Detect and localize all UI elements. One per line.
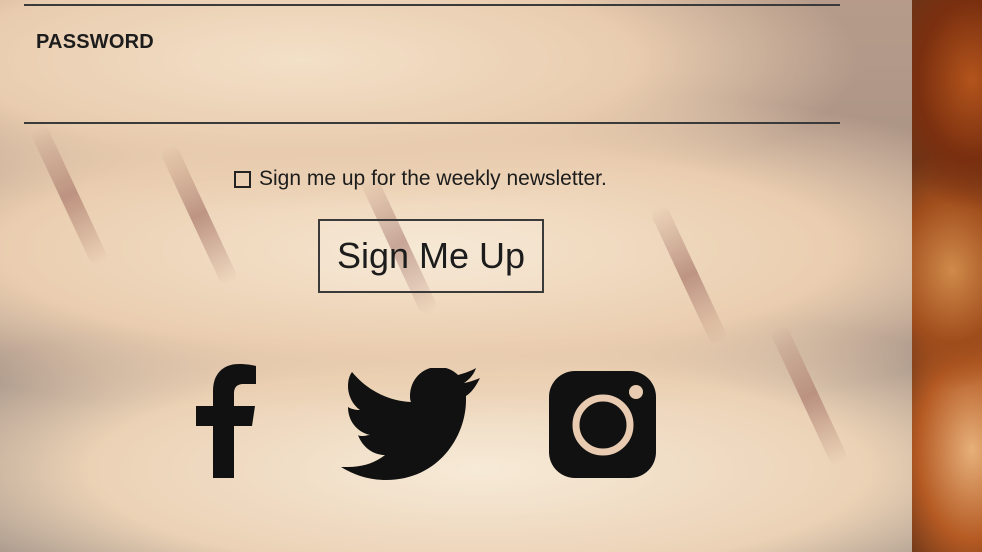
password-label: PASSWORD <box>36 31 154 53</box>
password-field-underline <box>24 122 840 124</box>
newsletter-option[interactable]: Sign me up for the weekly newsletter. <box>234 167 607 191</box>
twitter-icon[interactable] <box>340 368 482 482</box>
password-field[interactable] <box>24 58 840 120</box>
email-field-underline <box>24 4 840 6</box>
instagram-icon[interactable] <box>549 371 656 478</box>
facebook-icon[interactable] <box>196 364 256 478</box>
newsletter-checkbox[interactable] <box>234 170 251 188</box>
background-edge <box>912 0 982 552</box>
newsletter-label: Sign me up for the weekly newsletter. <box>259 167 607 190</box>
sign-me-up-button[interactable]: Sign Me Up <box>318 219 544 293</box>
